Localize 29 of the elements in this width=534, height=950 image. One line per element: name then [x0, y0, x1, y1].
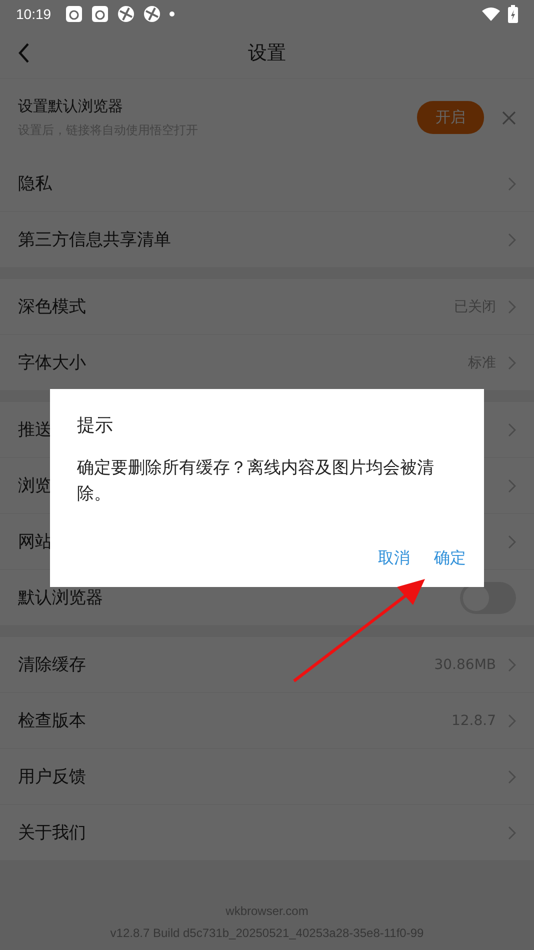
enable-button[interactable]: 开启 [417, 101, 484, 134]
page-title: 设置 [248, 41, 286, 66]
chevron-right-icon [508, 232, 516, 246]
close-icon[interactable] [502, 110, 516, 124]
settings-row[interactable]: 第三方信息共享清单 [0, 212, 534, 268]
wifi-icon [482, 7, 500, 21]
toggle-switch[interactable] [460, 582, 516, 614]
chevron-right-icon [508, 658, 516, 672]
settings-row[interactable]: 关于我们 [0, 805, 534, 861]
chevron-right-icon [508, 770, 516, 784]
chevron-right-icon [508, 478, 516, 492]
status-time: 10:19 [16, 6, 52, 22]
chevron-right-icon [508, 176, 516, 190]
chevron-right-icon [508, 534, 516, 548]
dot-icon [169, 11, 176, 17]
back-icon[interactable] [18, 43, 30, 63]
battery-icon [508, 5, 518, 23]
dialog-message: 确定要删除所有缓存？离线内容及图片均会被清除。 [77, 457, 435, 506]
banner-title: 设置默认浏览器 [18, 96, 124, 116]
chevron-right-icon [508, 826, 516, 840]
settings-row[interactable]: 用户反馈 [0, 749, 534, 805]
dialog-title: 提示 [77, 414, 114, 437]
chevron-right-icon [508, 300, 516, 314]
chevron-right-icon [508, 422, 516, 436]
chevron-right-icon [508, 714, 516, 728]
settings-row[interactable]: 隐私 [0, 156, 534, 212]
dialog-button[interactable]: 确定 [430, 544, 470, 573]
dialog-button[interactable]: 取消 [374, 544, 414, 573]
chevron-right-icon [508, 356, 516, 370]
